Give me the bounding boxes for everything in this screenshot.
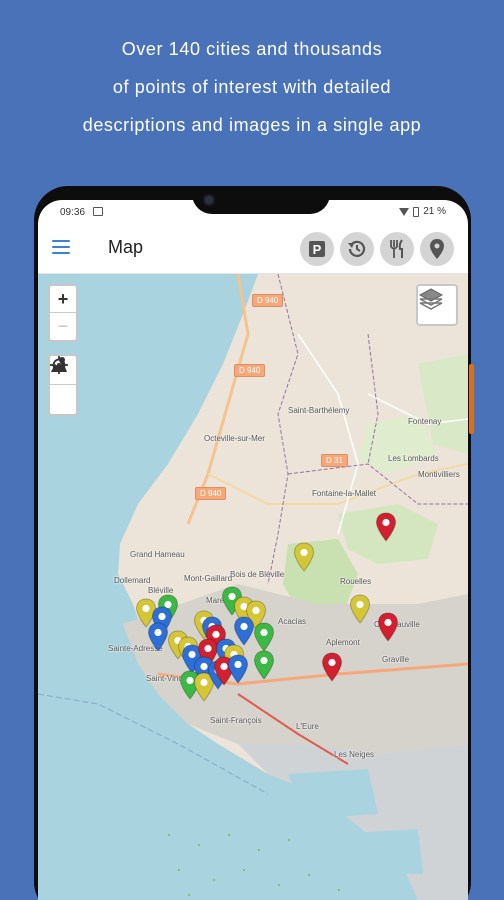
- promo-line-1: Over 140 cities and thousands: [121, 39, 383, 59]
- poi-marker[interactable]: [377, 612, 399, 642]
- place-label: Montivilliers: [418, 470, 460, 479]
- status-indicators: 21 %: [399, 206, 446, 217]
- place-label: Dollemard: [114, 576, 151, 585]
- notification-icon: [93, 207, 103, 216]
- place-label: Aplemont: [326, 638, 360, 647]
- place-label: Mont-Gaillard: [184, 574, 233, 583]
- hamburger-menu-icon[interactable]: [52, 240, 70, 254]
- road-label: D 940: [234, 364, 266, 377]
- front-camera: [203, 194, 215, 206]
- parking-icon: P: [309, 241, 325, 257]
- restaurant-icon: [390, 239, 403, 258]
- promo-line-3: descriptions and images in a single app: [82, 115, 422, 135]
- poi-marker[interactable]: [375, 512, 397, 542]
- promo-text: Over 140 cities and thousands of points …: [0, 30, 504, 144]
- zoom-control: + −: [48, 284, 78, 342]
- place-label: Les Lombards: [388, 454, 439, 463]
- place-label: Octeville-sur-Mer: [204, 434, 265, 443]
- history-button[interactable]: [340, 232, 374, 266]
- place-label: Saint-Barthélemy: [288, 406, 350, 415]
- phone-side-button: [469, 364, 474, 434]
- place-label: Les Neiges: [334, 750, 375, 759]
- zoom-in-button[interactable]: +: [50, 286, 76, 313]
- battery-level: 21 %: [423, 206, 446, 217]
- place-label: Grand Hameau: [130, 550, 185, 559]
- place-label: Fontaine-la-Mallet: [312, 489, 377, 498]
- poi-marker[interactable]: [349, 594, 371, 624]
- road-label: D 31: [321, 454, 348, 467]
- restaurant-button[interactable]: [380, 232, 414, 266]
- place-label: Acacias: [278, 617, 307, 626]
- status-time: 09:36: [60, 207, 86, 218]
- layers-icon: [418, 288, 444, 310]
- poi-marker[interactable]: [321, 652, 343, 682]
- place-label: L'Eure: [296, 722, 319, 731]
- poi-marker[interactable]: [293, 542, 315, 572]
- svg-text:P: P: [313, 242, 322, 257]
- location-pin-icon: [430, 239, 444, 259]
- place-label: Saint-François: [210, 716, 262, 725]
- history-icon: [348, 240, 366, 257]
- place-label: Rouelles: [340, 577, 372, 586]
- poi-marker[interactable]: [227, 654, 249, 684]
- app-bar: Map P: [38, 224, 468, 274]
- wifi-icon: [399, 207, 410, 216]
- road-label: D 940: [252, 294, 284, 307]
- map-view[interactable]: D 940 D 940 D 940 D 31 Saint-Barthélemy …: [38, 274, 468, 900]
- phone-screen: 09:36 21 % Map P D 940 D 940 D 940 D 31 …: [38, 200, 468, 900]
- place-label: Bois de Bléville: [230, 570, 285, 579]
- parking-button[interactable]: P: [300, 232, 334, 266]
- place-label: Fontenay: [408, 417, 442, 426]
- road-label: D 940: [195, 487, 227, 500]
- poi-marker[interactable]: [253, 622, 275, 652]
- map-search-button[interactable]: [50, 357, 76, 414]
- location-button[interactable]: [420, 232, 454, 266]
- map-pin-icon: [51, 357, 67, 372]
- promo-line-2: of points of interest with detailed: [112, 77, 392, 97]
- poi-marker[interactable]: [147, 622, 169, 652]
- layers-button[interactable]: [416, 284, 458, 326]
- map-tools: [48, 354, 78, 416]
- place-label: Graville: [382, 655, 410, 664]
- page-title: Map: [108, 237, 144, 257]
- poi-marker[interactable]: [253, 650, 275, 680]
- zoom-out-button[interactable]: −: [50, 313, 76, 340]
- battery-icon: [413, 206, 420, 217]
